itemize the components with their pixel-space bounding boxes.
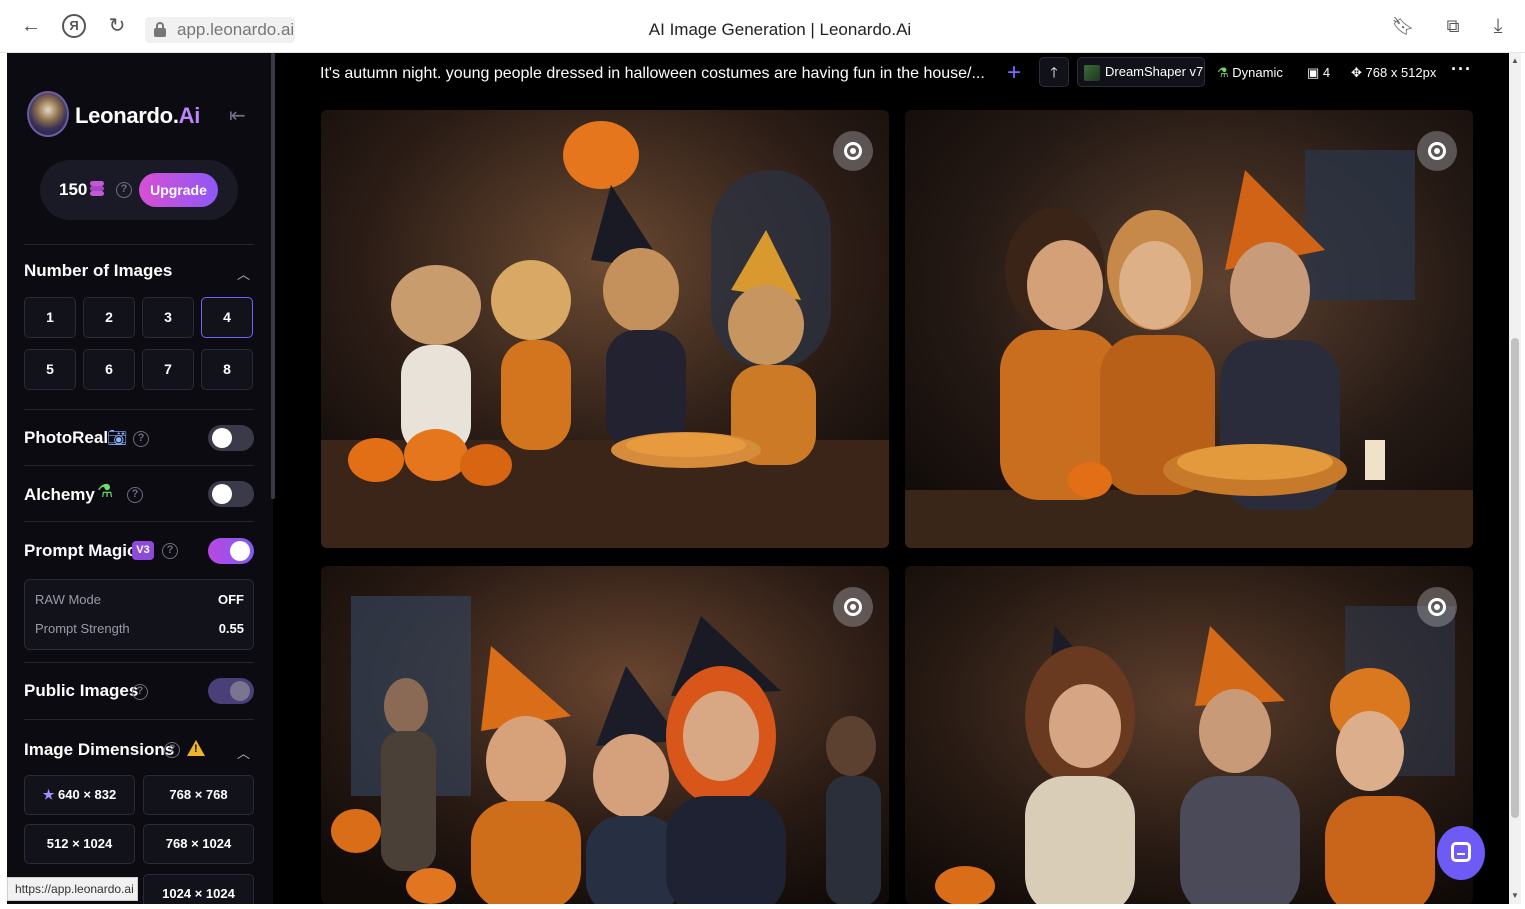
image-count-1[interactable]: 1 xyxy=(24,297,76,338)
image-count-8[interactable]: 8 xyxy=(201,349,253,390)
prompt-magic-settings: RAW Mode OFF Prompt Strength 0.55 xyxy=(24,579,254,650)
scroll-down-arrow-icon[interactable]: ▼ xyxy=(1511,891,1519,900)
generated-image-art xyxy=(321,566,889,904)
raw-mode-value[interactable]: OFF xyxy=(218,592,244,607)
image-count-chip[interactable]: ▣ 4 xyxy=(1307,65,1330,81)
generated-image-1[interactable] xyxy=(321,110,889,548)
help-icon[interactable]: ? xyxy=(116,182,132,198)
help-icon[interactable]: ? xyxy=(133,431,149,447)
tab-title: AI Image Generation | Leonardo.Ai xyxy=(648,20,912,39)
collapse-sidebar-icon[interactable]: ⇤ xyxy=(229,103,246,128)
chevron-up-icon[interactable]: ︿ xyxy=(237,264,250,283)
alchemy-flask-icon: ⚗ xyxy=(1217,65,1229,80)
help-icon[interactable]: ? xyxy=(132,684,148,700)
more-options-icon[interactable]: ··· xyxy=(1451,59,1472,80)
chevron-up-icon[interactable]: ︿ xyxy=(237,743,250,762)
bookmark-icon[interactable]: 🔖︎ xyxy=(1391,14,1415,38)
style-chip[interactable]: ⚗ Dynamic xyxy=(1217,65,1283,81)
raw-mode-label: RAW Mode xyxy=(35,592,101,607)
model-chip[interactable]: DreamShaper v7 xyxy=(1077,57,1205,87)
dimension-option-512x1024[interactable]: 512 × 1024 xyxy=(24,824,135,864)
generated-image-art xyxy=(905,566,1473,904)
back-arrow-icon[interactable]: ← xyxy=(19,14,43,38)
tabs-icon[interactable]: ⧉ xyxy=(1441,14,1465,38)
view-image-icon[interactable] xyxy=(833,587,873,627)
image-count-7[interactable]: 7 xyxy=(142,349,194,390)
view-image-icon[interactable] xyxy=(1417,131,1457,171)
prompt-strength-value[interactable]: 0.55 xyxy=(219,621,244,636)
star-icon: ★ xyxy=(42,787,55,802)
dimension-option-1024x1024[interactable]: 1024 × 1024 xyxy=(143,874,254,904)
photoreal-label: PhotoReal xyxy=(24,428,109,447)
link-status-tooltip: https://app.leonardo.ai xyxy=(7,877,138,901)
alchemy-flask-icon: ⚗ xyxy=(97,481,114,501)
address-bar[interactable]: app.leonardo.ai xyxy=(145,17,295,43)
token-coin-icon xyxy=(90,181,104,197)
view-image-icon[interactable] xyxy=(833,131,873,171)
reload-icon[interactable]: ↻ xyxy=(105,14,129,38)
app-window: Leonardo.Ai ⇤ 150 ? Upgrade Number of Im… xyxy=(7,53,1521,904)
image-stack-icon: ▣ xyxy=(1307,65,1320,80)
upgrade-button[interactable]: Upgrade xyxy=(139,173,218,207)
divider xyxy=(24,465,254,466)
dimension-option-768x768[interactable]: 768 × 768 xyxy=(143,775,254,815)
view-image-icon[interactable] xyxy=(1417,587,1457,627)
public-images-label: Public Images xyxy=(24,681,139,700)
help-icon[interactable]: ? xyxy=(127,487,143,503)
image-count-2[interactable]: 2 xyxy=(83,297,135,338)
generated-image-art xyxy=(905,110,1473,548)
chat-icon xyxy=(1451,842,1471,862)
warning-icon: ! xyxy=(187,740,205,756)
help-icon[interactable]: ? xyxy=(162,543,178,559)
generated-image-3[interactable] xyxy=(321,566,889,904)
url-text: app.leonardo.ai xyxy=(177,20,295,39)
generation-prompt[interactable]: It's autumn night. young people dressed … xyxy=(320,65,985,83)
image-count-6[interactable]: 6 xyxy=(83,349,135,390)
divider xyxy=(24,409,254,410)
size-chip[interactable]: ✥ 768 x 512px xyxy=(1351,65,1436,81)
generated-image-2[interactable] xyxy=(905,110,1473,548)
download-icon[interactable]: ⤓ xyxy=(1486,14,1510,38)
image-count-3[interactable]: 3 xyxy=(142,297,194,338)
token-balance: 150 ? Upgrade xyxy=(40,160,238,220)
alchemy-toggle[interactable] xyxy=(208,481,254,507)
lock-icon xyxy=(154,22,166,37)
number-of-images-title: Number of Images xyxy=(24,261,173,280)
photoreal-camera-icon: 📷︎ xyxy=(107,430,128,447)
prompt-magic-version-badge: V3 xyxy=(132,541,154,560)
generated-image-4[interactable] xyxy=(905,566,1473,904)
photoreal-toggle[interactable] xyxy=(208,425,254,451)
yandex-icon[interactable]: Я xyxy=(62,14,86,38)
token-count: 150 xyxy=(59,180,88,199)
settings-sidebar: Leonardo.Ai ⇤ 150 ? Upgrade Number of Im… xyxy=(7,53,273,904)
public-images-toggle[interactable] xyxy=(208,678,254,704)
image-dimensions-title: Image Dimensions xyxy=(24,740,175,759)
prompt-strength-label: Prompt Strength xyxy=(35,621,130,636)
add-icon[interactable]: + xyxy=(1007,59,1021,87)
prompt-magic-toggle[interactable] xyxy=(208,538,254,564)
leonardo-logo xyxy=(27,91,69,137)
dimension-option-640x832[interactable]: ★ 640 × 832 xyxy=(24,775,135,815)
browser-toolbar: ← Я ↻ app.leonardo.ai AI Image Generatio… xyxy=(0,0,1525,53)
image-count-4[interactable]: 4 xyxy=(201,297,253,338)
generation-main: It's autumn night. young people dressed … xyxy=(275,53,1505,904)
divider xyxy=(24,244,254,245)
chat-support-button[interactable] xyxy=(1437,826,1485,880)
image-count-5[interactable]: 5 xyxy=(24,349,76,390)
main-scrollbar[interactable]: ▲ ▼ xyxy=(1509,53,1521,904)
arrow-up-button[interactable]: 🡑 xyxy=(1039,57,1069,87)
move-arrows-icon: ✥ xyxy=(1351,65,1362,80)
scrollbar-thumb[interactable] xyxy=(1511,338,1519,818)
generated-image-art xyxy=(321,110,889,548)
alchemy-label: Alchemy xyxy=(24,485,95,504)
model-thumbnail xyxy=(1084,65,1100,81)
divider xyxy=(24,719,254,720)
brand-name: Leonardo.Ai xyxy=(75,103,201,128)
dimension-option-768x1024[interactable]: 768 × 1024 xyxy=(143,824,254,864)
divider xyxy=(24,662,254,663)
divider xyxy=(24,521,254,522)
prompt-magic-label: Prompt Magic xyxy=(24,541,137,560)
scroll-up-arrow-icon[interactable]: ▲ xyxy=(1511,56,1519,65)
help-icon[interactable]: ? xyxy=(164,742,180,758)
